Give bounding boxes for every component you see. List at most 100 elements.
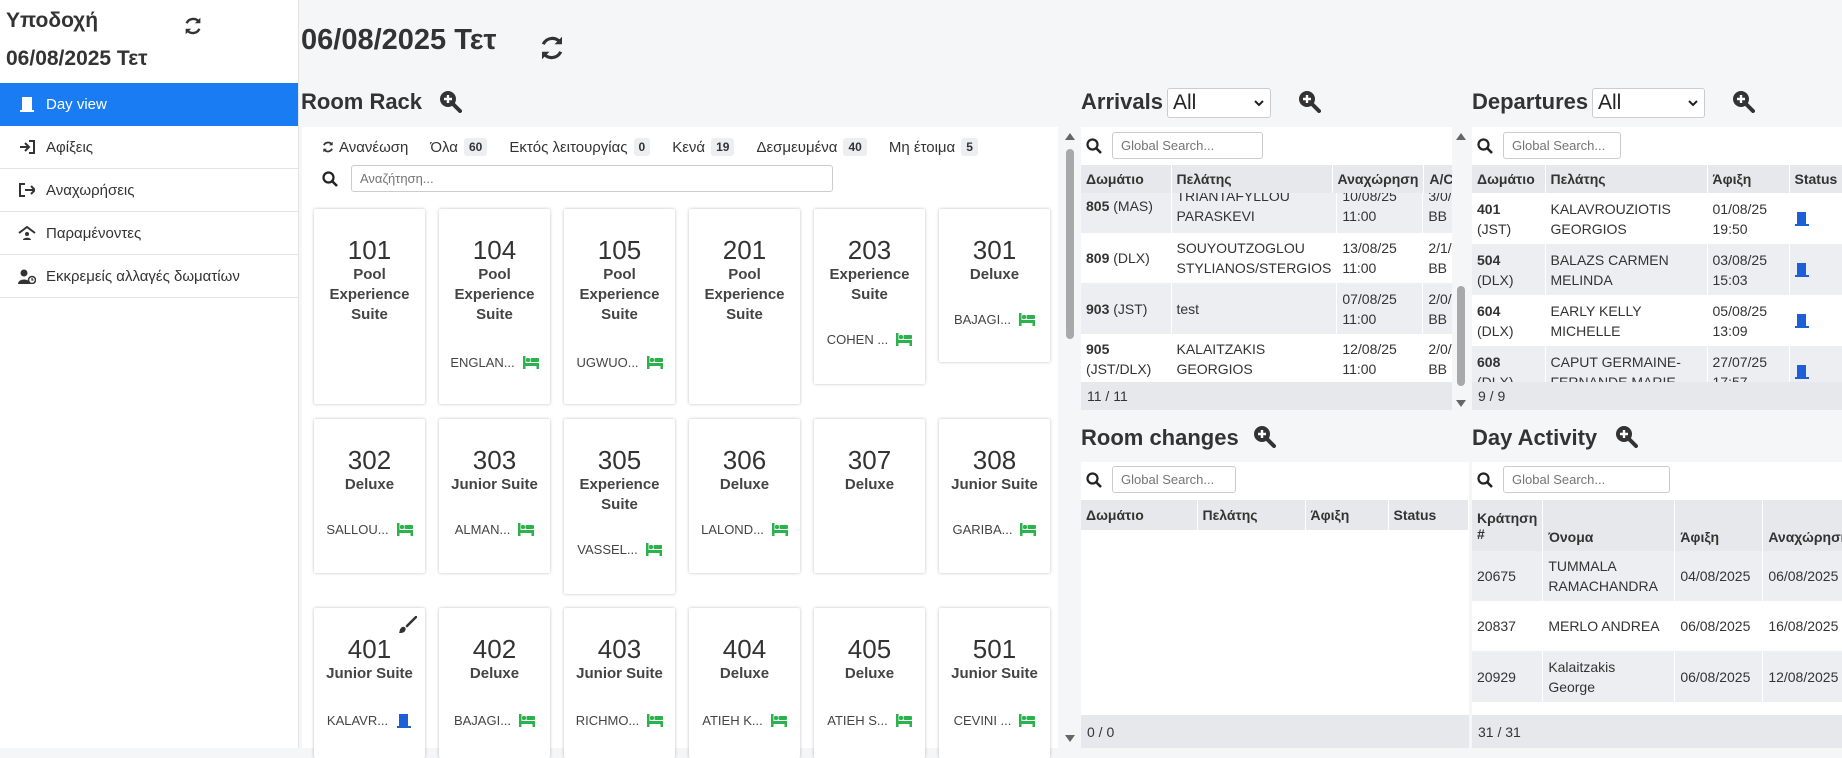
room-card[interactable]: 305 Experience Suite VASSEL... (564, 419, 675, 594)
filter-vacant[interactable]: Κενά 19 (672, 138, 735, 156)
room-card[interactable]: 104 Pool Experience Suite ENGLAN... (439, 209, 550, 404)
arrivals-filter-select[interactable]: All (1167, 88, 1271, 118)
sidebar-item-departures[interactable]: Αναχωρήσεις (0, 169, 298, 212)
room-rack-scrollbar[interactable] (1064, 131, 1076, 743)
filter-not-ready[interactable]: Μη έτοιμα 5 (889, 138, 978, 156)
table-row[interactable]: 20837 MERLO ANDREA 06/08/2025 16/08/2025 (1472, 601, 1842, 651)
arrival-cell: 03/08/25 15:03 (1707, 244, 1790, 295)
room-card[interactable]: 303 Junior Suite ALMAN... (439, 419, 550, 573)
room-card[interactable]: 307 Deluxe (814, 419, 925, 573)
room-card[interactable]: 403 Junior Suite RICHMO... (564, 608, 675, 758)
booking-cell: 20675 (1472, 551, 1544, 601)
column-header[interactable]: Πελάτης (1197, 500, 1306, 530)
column-header[interactable]: Πελάτης (1545, 165, 1708, 193)
sidebar-item-arrivals[interactable]: Αφίξεις (0, 126, 298, 169)
arrivals-scrollbar[interactable] (1455, 131, 1467, 408)
room-card[interactable]: 302 Deluxe SALLOU... (314, 419, 425, 573)
room-card[interactable]: 402 Deluxe BAJAGI... (439, 608, 550, 758)
room-card[interactable]: 105 Pool Experience Suite UGWUO... (564, 209, 675, 404)
column-header[interactable]: Όνομα (1542, 500, 1676, 551)
filter-out-of-order[interactable]: Εκτός λειτουργίας 0 (509, 138, 651, 156)
departures-search-input[interactable] (1503, 132, 1621, 159)
table-row[interactable]: 20929 Kalaitzakis George 06/08/2025 12/08… (1472, 651, 1842, 702)
search-plus-icon[interactable] (1731, 89, 1755, 113)
column-header[interactable]: Status (1388, 500, 1469, 530)
room-card[interactable]: 501 Junior Suite CEVINI ... (939, 608, 1050, 758)
refresh-icon[interactable] (182, 15, 204, 37)
room-changes-footer: 0 / 0 (1081, 715, 1469, 748)
room-card[interactable]: 201 Pool Experience Suite (689, 209, 800, 404)
room-type: Suite (351, 306, 388, 323)
search-plus-icon[interactable] (1614, 424, 1638, 448)
guest-name: CEVINI ... (953, 713, 1012, 728)
refresh-icon[interactable] (537, 33, 567, 63)
column-header[interactable]: Άφιξη (1674, 500, 1764, 551)
refresh-icon (321, 140, 335, 154)
column-header[interactable]: A/C (1423, 165, 1452, 193)
table-row[interactable]: 401 (JST) KALAVROUZIOTIS GEORGIOS 01/08/25… (1472, 193, 1842, 244)
filter-all[interactable]: Όλα 60 (430, 138, 488, 156)
column-header[interactable]: Πελάτης (1171, 165, 1333, 193)
table-row[interactable]: 809 (DLX) SOUYOUTZOGLOU STYLIANOS/STERGIO… (1081, 233, 1452, 283)
table-row[interactable]: 905 (JST/DLX) KALAITZAKIS GEORGIOS 12/08/2… (1081, 334, 1452, 382)
room-card[interactable]: 301 Deluxe BAJAGI... (939, 209, 1050, 362)
room-card[interactable]: 308 Junior Suite GARIBA... (939, 419, 1050, 573)
guest-name: ENGLAN... (450, 355, 515, 370)
table-row[interactable]: 805 (MAS) TRIANTAFYLLOU PARASKEVI 10/08/2… (1081, 193, 1452, 233)
search-icon (1477, 471, 1493, 488)
scroll-down-arrow[interactable] (1064, 733, 1076, 743)
scroll-down-arrow[interactable] (1455, 398, 1467, 408)
search-plus-icon[interactable] (1252, 424, 1276, 448)
room-number: 403 (597, 634, 642, 664)
filter-reserved[interactable]: Δεσμευμένα 40 (756, 138, 867, 156)
column-header[interactable]: Άφιξη (1305, 500, 1389, 530)
table-row[interactable]: 903 (JST) test 07/08/25 11:00 2/0/BB (1081, 283, 1452, 334)
scroll-thumb[interactable] (1457, 286, 1465, 386)
sidebar-item-in-house[interactable]: Παραμένοντες (0, 212, 298, 255)
room-card[interactable]: 101 Pool Experience Suite (314, 209, 425, 404)
departure-cell: 13/08/25 11:00 (1336, 233, 1424, 283)
table-row[interactable]: 20675 TUMMALA RAMACHANDRA 04/08/2025 06/0… (1472, 551, 1842, 601)
departures-panel: Δωμάτιο Πελάτης Άφιξη Status 401(JST) KA… (1472, 127, 1842, 410)
table-row[interactable]: 504 (DLX) BALAZS CARMEN MELINDA 03/08/25 15… (1472, 244, 1842, 295)
room-card[interactable]: 203 Experience Suite COHEN ... (814, 209, 925, 384)
search-plus-icon[interactable] (438, 89, 462, 113)
arrivals-body: 805 (MAS) TRIANTAFYLLOU PARASKEVI 10/08/2… (1081, 193, 1452, 382)
column-header[interactable]: Αναχώρηση (1762, 500, 1842, 551)
booking-cell: 20837 (1472, 601, 1544, 651)
arrivals-search (1086, 132, 1263, 159)
room-card[interactable]: 405 Deluxe ATIEH S... (814, 608, 925, 758)
scroll-thumb[interactable] (1066, 149, 1074, 339)
departures-filter-select[interactable]: All (1592, 88, 1705, 118)
room-changes-search-input[interactable] (1112, 466, 1236, 493)
column-header[interactable]: Κράτηση # (1472, 500, 1544, 551)
search-icon (322, 171, 338, 187)
room-search-input[interactable] (351, 165, 833, 192)
table-row[interactable]: 608 (DLX) CAPUT GERMAINE- FERNANDE MARIE 2… (1472, 346, 1842, 382)
departures-filter-value: All (1598, 91, 1622, 114)
departure-cell: 06/08/2025 (1762, 551, 1842, 601)
scroll-up-arrow[interactable] (1064, 131, 1076, 141)
column-header[interactable]: Δωμάτιο (1081, 500, 1198, 530)
column-header[interactable]: Δωμάτιο (1081, 165, 1172, 193)
column-header[interactable]: Άφιξη (1707, 165, 1790, 193)
column-header[interactable]: Δωμάτιο (1472, 165, 1546, 193)
room-changes-search (1086, 466, 1236, 493)
table-row[interactable]: 604 (DLX) EARLY KELLY MICHELLE 05/08/25 13:… (1472, 295, 1842, 346)
room-type: Junior Suite (326, 665, 413, 682)
column-header[interactable]: Αναχώρηση (1332, 165, 1425, 193)
room-card[interactable]: 306 Deluxe LALOND... (689, 419, 800, 573)
day-activity-search-input[interactable] (1503, 466, 1670, 493)
room-card[interactable]: 404 Deluxe ATIEH K... (689, 608, 800, 758)
bed-icon (771, 523, 788, 537)
sidebar-item-day-view[interactable]: Day view (0, 83, 298, 126)
room-card[interactable]: 401 Junior Suite KALAVR... (314, 608, 425, 758)
arrivals-search-input[interactable] (1112, 132, 1263, 159)
refresh-button[interactable]: Ανανέωση (321, 139, 408, 156)
sidebar-item-pending-room-changes[interactable]: Εκκρεμείς αλλαγές δωματίων (0, 255, 298, 298)
column-header[interactable]: Status (1789, 165, 1842, 193)
table-row[interactable] (1472, 702, 1842, 715)
search-plus-icon[interactable] (1297, 89, 1321, 113)
scroll-up-arrow[interactable] (1455, 131, 1467, 141)
guest-cell: test (1171, 283, 1338, 334)
